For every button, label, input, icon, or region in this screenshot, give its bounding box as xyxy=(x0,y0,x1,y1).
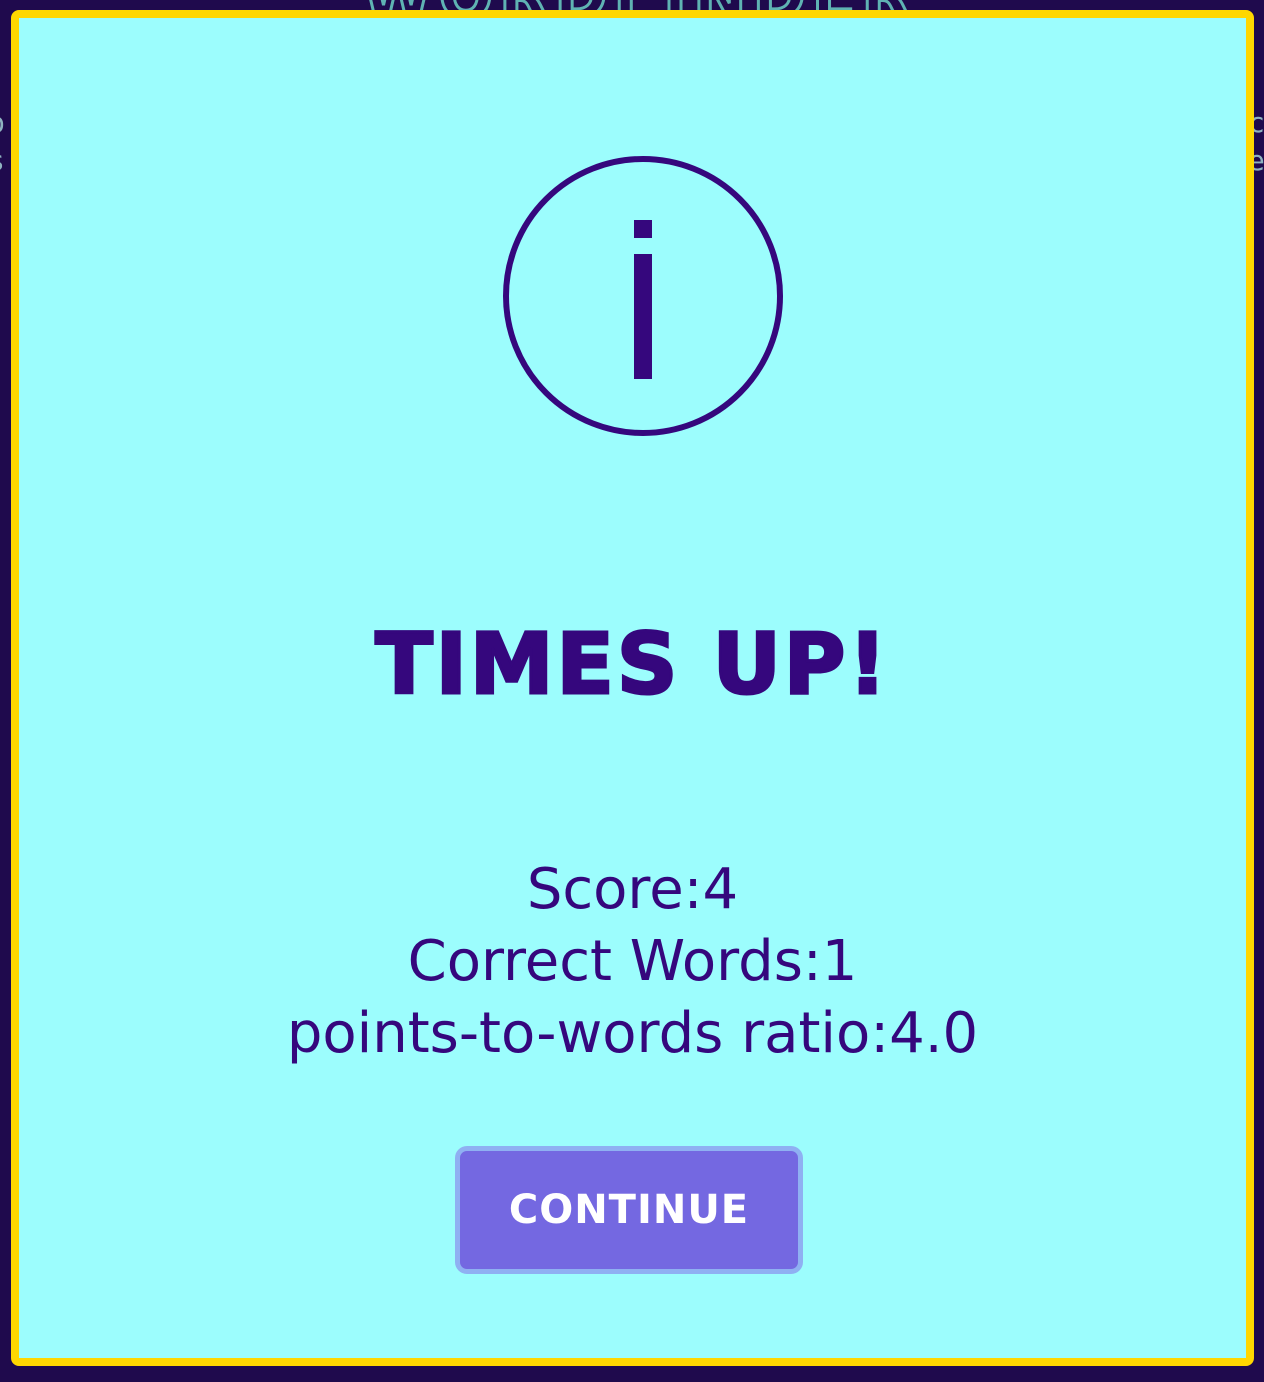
background-left-edge-text: p s xyxy=(0,104,5,180)
background-left-edge-line: p xyxy=(0,104,5,142)
ratio-stat: points-to-words ratio:4.0 xyxy=(286,1001,979,1066)
continue-button-label: CONTINUE xyxy=(508,1187,750,1233)
info-icon-stem xyxy=(634,254,652,379)
correct-words-stat: Correct Words:1 xyxy=(407,929,858,994)
times-up-modal: TIMES UP! Score:4 Correct Words:1 points… xyxy=(11,10,1254,1366)
modal-title: TIMES UP! xyxy=(374,614,890,715)
info-icon-dot xyxy=(634,220,652,238)
score-stat: Score:4 xyxy=(526,857,739,922)
continue-button[interactable]: CONTINUE xyxy=(455,1146,803,1274)
background-left-edge-line: s xyxy=(0,142,5,180)
results-stats: Score:4 Correct Words:1 points-to-words … xyxy=(19,854,1246,1070)
info-icon xyxy=(503,156,783,436)
